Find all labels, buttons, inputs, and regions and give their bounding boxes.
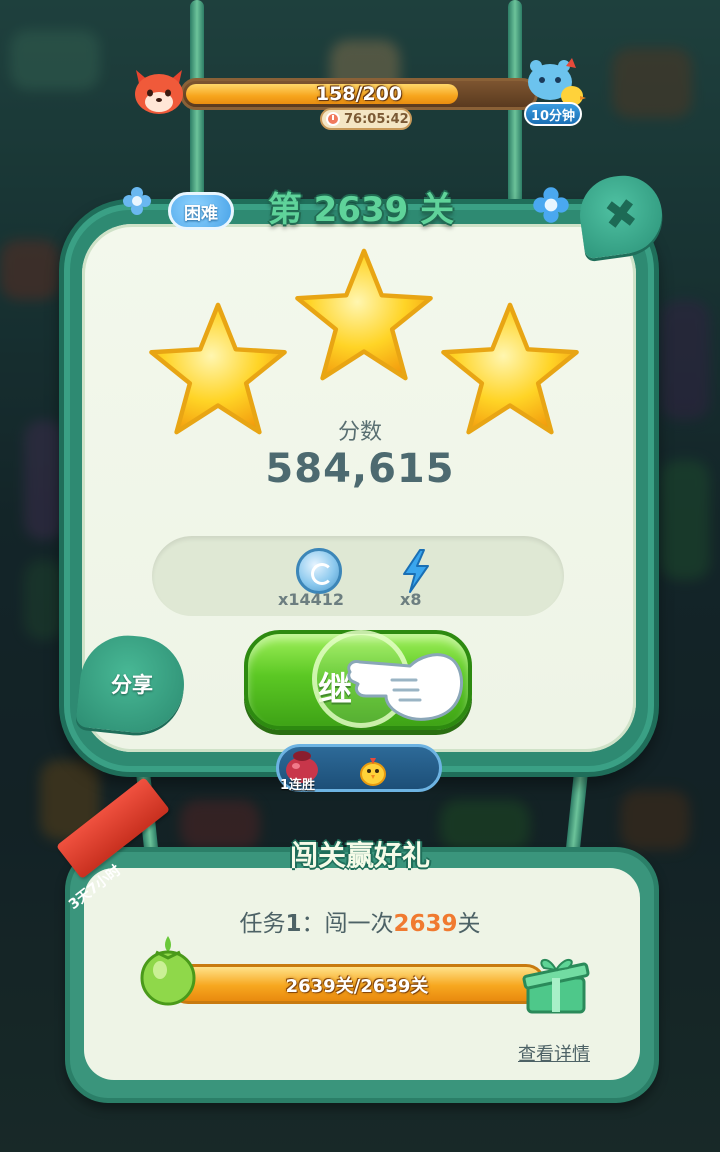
energy-count: x8 — [400, 590, 422, 609]
flower-icon — [533, 187, 569, 223]
chick-icon — [360, 758, 386, 786]
event-countdown: 76:05:42 — [320, 108, 412, 130]
flower-icon — [123, 187, 151, 215]
score-value: 584,615 — [265, 446, 455, 492]
view-details-link[interactable]: 查看详情 — [518, 1040, 590, 1066]
task-progress-text: 2639关/2639关 — [285, 976, 429, 997]
star-rating — [140, 240, 590, 440]
difficulty-badge: 困难 — [168, 192, 234, 230]
task-desc-number: 1 — [285, 911, 302, 937]
rewards-box — [152, 536, 564, 616]
task-desc-middle: ：闯一次 — [301, 911, 394, 937]
fox-avatar-icon[interactable] — [130, 62, 188, 120]
gift-box-icon[interactable] — [520, 952, 596, 1016]
close-icon: ✖ — [601, 189, 641, 241]
lightning-icon — [403, 549, 429, 593]
fruit-icon — [140, 936, 196, 1006]
win-streak-label: 1连胜 — [280, 778, 316, 793]
task-desc-level: 2639 — [393, 911, 458, 937]
pointing-hand-icon — [347, 653, 463, 721]
event-progress-bar: 158/200 — [180, 78, 538, 110]
clock-icon — [326, 112, 340, 126]
bonus-time-badge: 10分钟 — [524, 102, 582, 126]
event-progress-text: 158/200 — [315, 83, 403, 105]
level-title: 第 2639 关 — [267, 189, 455, 230]
coin-count: x14412 — [278, 590, 344, 609]
countdown-text: 76:05:42 — [344, 111, 409, 127]
score-label: 分数 — [337, 420, 382, 445]
task-desc-suffix: 关 — [457, 911, 481, 937]
coin-icon — [296, 548, 342, 594]
task-description: 任务1：闯一次2639关 — [0, 904, 720, 938]
share-label: 分享 — [111, 673, 153, 697]
star-icon — [295, 248, 433, 381]
task-desc-prefix: 任务 — [239, 911, 286, 937]
level-title-banner: 第 2639 关 — [250, 182, 472, 230]
